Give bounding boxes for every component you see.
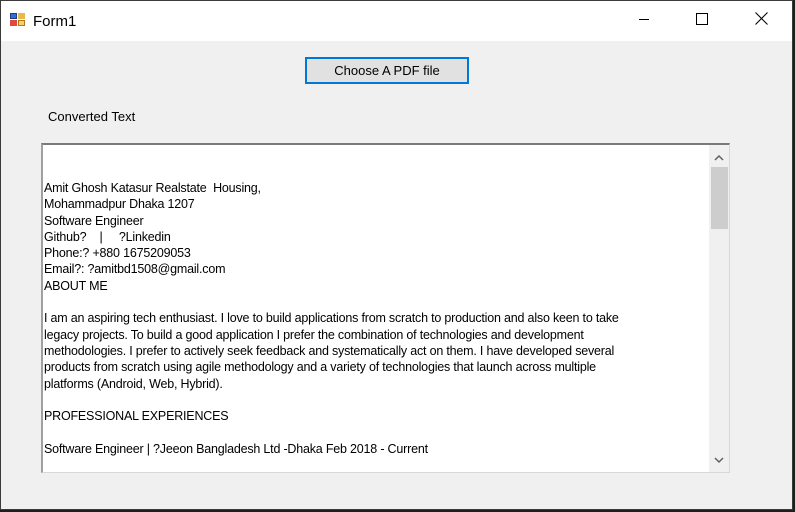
text-line: ABOUT ME [44, 278, 108, 293]
chevron-up-icon [714, 148, 724, 166]
winforms-app-icon [10, 13, 26, 27]
text-line: I am an aspiring tech enthusiast. I love… [44, 311, 619, 326]
text-line: methodologies. I prefer to actively seek… [44, 343, 615, 358]
title-bar[interactable]: Form1 [1, 1, 792, 41]
text-line: Email?: ?amitbd1508@gmail.com [44, 262, 226, 277]
minimize-icon [638, 12, 650, 30]
text-line [44, 294, 704, 310]
minimize-button[interactable] [615, 1, 673, 41]
chevron-down-icon [714, 451, 724, 469]
choose-pdf-button[interactable]: Choose A PDF file [305, 57, 469, 84]
scroll-down-button[interactable] [709, 450, 729, 470]
text-line [44, 392, 704, 408]
app-window: Form1 Choose A PDF file Converted Text A… [0, 0, 793, 510]
scroll-up-button[interactable] [709, 147, 729, 167]
text-line: Github? | ?Linkedin [44, 229, 171, 244]
converted-text-content: Amit Ghosh Katasur Realstate Housing, Mo… [44, 180, 704, 457]
text-line [44, 424, 704, 440]
converted-text-label: Converted Text [48, 109, 136, 124]
vertical-scrollbar[interactable] [709, 145, 729, 472]
maximize-button[interactable] [673, 1, 731, 41]
converted-text-area[interactable]: Amit Ghosh Katasur Realstate Housing, Mo… [41, 143, 730, 473]
text-line: Mohammadpur Dhaka 1207 [44, 197, 195, 212]
text-line: Amit Ghosh Katasur Realstate Housing, [44, 181, 261, 195]
text-line: Software Engineer [44, 213, 144, 228]
text-line: Phone:? +880 1675209053 [44, 246, 191, 261]
scroll-thumb[interactable] [711, 167, 728, 229]
close-button[interactable] [732, 1, 790, 41]
text-line: Software Engineer | ?Jeeon Bangladesh Lt… [44, 441, 428, 456]
text-line: platforms (Android, Web, Hybrid). [44, 376, 223, 391]
maximize-icon [696, 12, 708, 30]
text-line: products from scratch using agile method… [44, 360, 596, 375]
window-title: Form1 [33, 13, 77, 30]
close-icon [754, 12, 768, 30]
text-line: legacy projects. To build a good applica… [44, 327, 584, 342]
text-line: PROFESSIONAL EXPERIENCES [44, 409, 229, 424]
